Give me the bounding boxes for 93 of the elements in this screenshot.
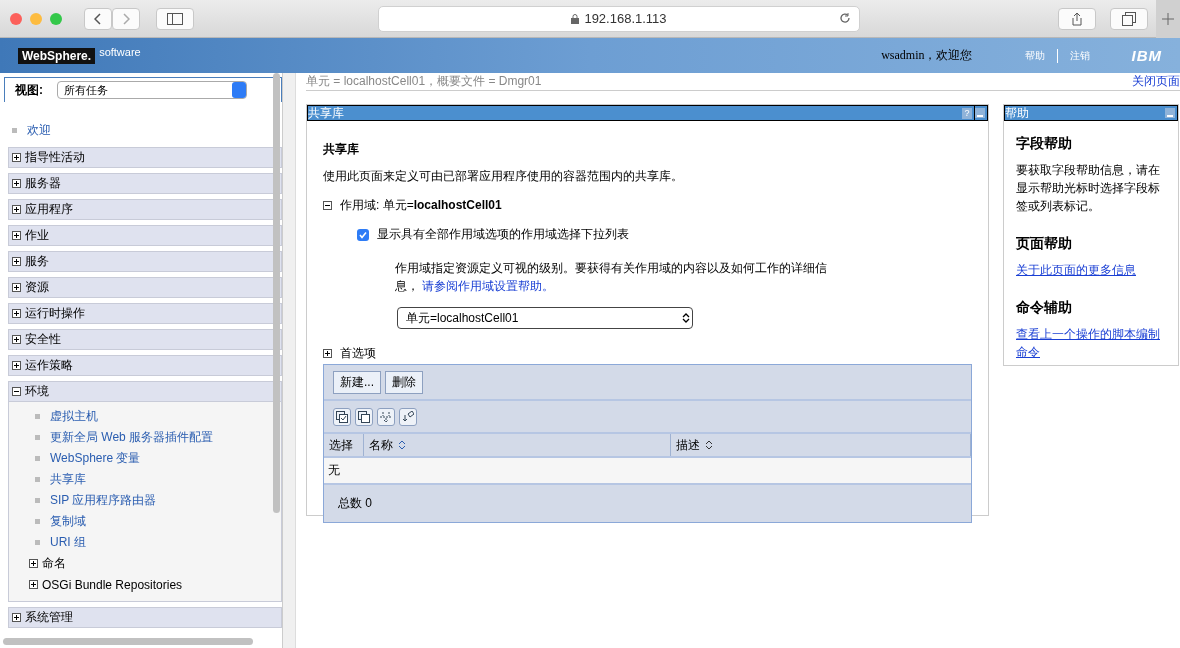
nav-link[interactable]: SIP 应用程序路由器 <box>50 492 157 509</box>
sort-icon[interactable] <box>705 439 713 451</box>
nav-link[interactable]: URI 组 <box>50 534 86 551</box>
bullet-icon <box>35 498 40 503</box>
total-count: 总数 0 <box>338 495 372 512</box>
checkbox-label: 显示具有全部作用域选项的作用域选择下拉列表 <box>377 226 629 243</box>
panel-title: 帮助 <box>1005 104 1030 122</box>
column-header[interactable]: 描述 <box>671 434 971 456</box>
nav-category[interactable]: 资源 <box>8 277 282 298</box>
sidebar-button[interactable] <box>156 7 194 30</box>
nav-link[interactable]: 更新全局 Web 服务器插件配置 <box>50 429 214 446</box>
collapse-icon[interactable] <box>12 387 21 396</box>
nav-category[interactable]: 安全性 <box>8 329 282 350</box>
expand-icon[interactable] <box>12 205 21 214</box>
scope-help-link[interactable]: 请参阅作用域设置帮助。 <box>422 279 555 293</box>
nav-category[interactable]: 服务 <box>8 251 282 272</box>
nav-group[interactable]: OSGi Bundle Repositories <box>42 577 183 592</box>
collapse-icon[interactable] <box>323 201 332 210</box>
help-text: 要获取字段帮助信息，请在显示帮助光标时选择字段标签或列表标记。 <box>1016 162 1161 215</box>
scrollbar[interactable] <box>273 73 280 513</box>
clear-filter-icon[interactable] <box>399 407 417 426</box>
product-name: software <box>99 45 141 58</box>
expand-icon[interactable] <box>12 335 21 344</box>
nav-link[interactable]: 虚拟主机 <box>50 408 98 425</box>
nav-link[interactable]: 共享库 <box>50 471 86 488</box>
help-link[interactable]: 查看上一个操作的脚本编制命令 <box>1016 325 1166 361</box>
lock-icon <box>571 13 580 24</box>
checkbox[interactable] <box>357 228 369 241</box>
reload-icon[interactable] <box>839 11 851 24</box>
help-heading: 页面帮助 <box>1016 235 1073 253</box>
address-field[interactable]: 192.168.1.113 <box>378 5 860 32</box>
logo: WebSphere. <box>18 47 96 64</box>
scrollbar[interactable] <box>3 638 253 645</box>
bullet-icon <box>35 414 40 419</box>
nav-category[interactable]: 作业 <box>8 225 282 246</box>
share-icon[interactable] <box>1071 11 1083 26</box>
page-description: 使用此页面来定义可由已部署应用程序使用的容器范围内的共享库。 <box>323 168 684 185</box>
action-button[interactable]: 新建... <box>333 370 381 394</box>
expand-icon[interactable] <box>323 349 332 358</box>
panel-title: 共享库 <box>308 104 345 122</box>
stepper-icon[interactable] <box>680 312 692 324</box>
nav-category[interactable]: 指导性活动 <box>8 147 282 168</box>
column-header[interactable]: 名称 <box>364 434 671 456</box>
nav-category[interactable]: 系统管理 <box>8 607 282 628</box>
nav-category[interactable]: 服务器 <box>8 173 282 194</box>
page-heading: 共享库 <box>323 141 360 158</box>
column-header: 选择 <box>324 434 364 456</box>
welcome-text: wsadmin，欢迎您 <box>881 47 973 64</box>
sort-icon[interactable] <box>398 439 406 451</box>
bullet-icon <box>35 540 40 545</box>
nav-category[interactable]: 运行时操作 <box>8 303 282 324</box>
select-all-icon[interactable] <box>333 407 351 426</box>
view-select[interactable]: 所有任务 <box>57 81 247 99</box>
close-page-link[interactable]: 关闭页面 <box>1132 73 1180 90</box>
help-heading: 字段帮助 <box>1016 135 1073 153</box>
tabs-button[interactable] <box>1110 7 1148 30</box>
deselect-all-icon[interactable] <box>355 407 373 426</box>
scope-label: 作用域: 单元=localhostCell01 <box>340 197 502 214</box>
help-link[interactable]: 关于此页面的更多信息 <box>1016 261 1166 279</box>
brand-logo: IBM <box>1131 47 1162 64</box>
bullet-icon <box>35 519 40 524</box>
expand-icon[interactable] <box>29 559 38 568</box>
preferences-label[interactable]: 首选项 <box>340 345 376 362</box>
nav-link[interactable]: 复制域 <box>50 513 86 530</box>
nav-link[interactable]: 欢迎 <box>27 122 51 139</box>
back-icon[interactable] <box>94 12 102 25</box>
scope-info: 作用域指定资源定义可视的级别。要获得有关作用域的内容以及如何工作的详细信息， 请参阅作用域设置帮助。 <box>395 260 828 295</box>
expand-icon[interactable] <box>12 257 21 266</box>
expand-icon[interactable] <box>12 179 21 188</box>
nav-category[interactable]: 运作策略 <box>8 355 282 376</box>
expand-icon[interactable] <box>12 231 21 240</box>
sidebar-icon[interactable] <box>167 12 183 25</box>
nav-category[interactable]: 环境 <box>8 381 282 402</box>
bullet-icon <box>35 477 40 482</box>
expand-icon[interactable] <box>12 153 21 162</box>
expand-icon[interactable] <box>12 309 21 318</box>
empty-text: 无 <box>328 462 340 479</box>
nav-group[interactable]: 命名 <box>42 555 66 572</box>
expand-icon[interactable] <box>29 580 38 589</box>
bullet-icon <box>35 435 40 440</box>
tabs-icon[interactable] <box>1122 11 1136 26</box>
nav-category[interactable]: 应用程序 <box>8 199 282 220</box>
expand-icon[interactable] <box>12 283 21 292</box>
bullet-icon <box>35 456 40 461</box>
help-heading: 命令辅助 <box>1016 299 1073 317</box>
action-button[interactable]: 删除 <box>385 370 423 394</box>
bullet-icon <box>12 128 17 133</box>
expand-icon[interactable] <box>12 613 21 622</box>
breadcrumb: 单元 = localhostCell01，概要文件 = Dmgr01 <box>306 73 542 90</box>
scope-select[interactable]: 单元=localhostCell01 <box>397 307 693 329</box>
nav-link[interactable]: WebSphere 变量 <box>50 450 141 467</box>
expand-icon[interactable] <box>12 361 21 370</box>
view-label: 视图: <box>15 81 43 99</box>
